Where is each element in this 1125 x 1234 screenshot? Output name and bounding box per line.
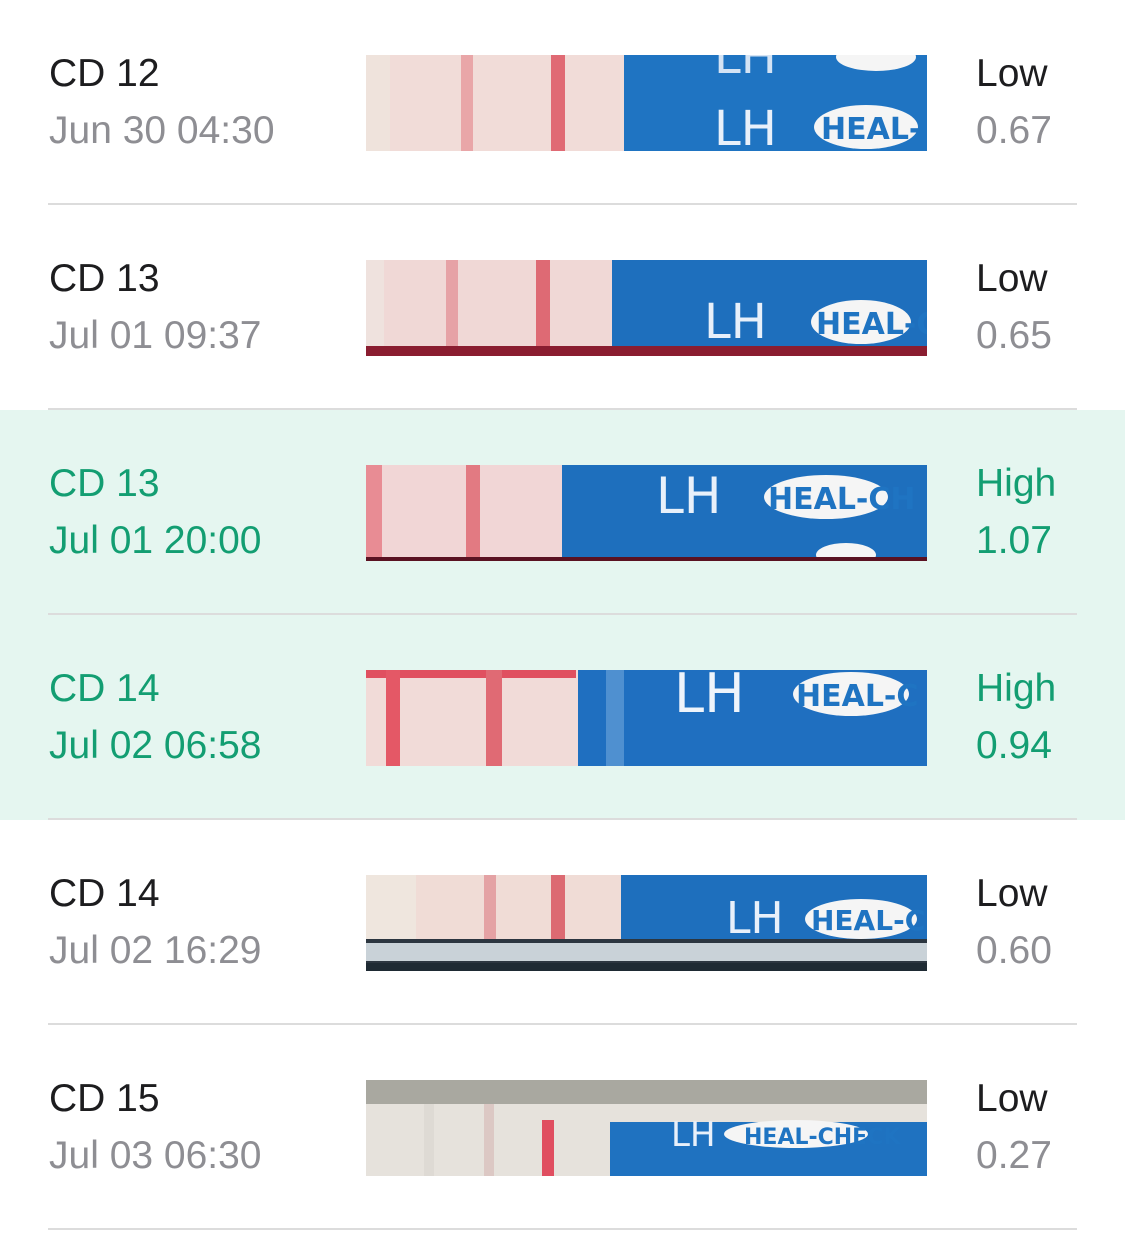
- test-row[interactable]: CD 12 Jun 30 04:30 LH LH HEAL-C Low 0.67: [0, 0, 1125, 205]
- lh-ratio-value: 0.65: [976, 314, 1052, 357]
- lh-level-label: Low: [976, 872, 1048, 915]
- test-row[interactable]: CD 13 Jul 01 09:37 LH HEAL-C Low 0.65: [0, 205, 1125, 410]
- test-date-block: CD 12 Jun 30 04:30: [49, 48, 275, 157]
- lh-level-label: High: [976, 462, 1057, 505]
- test-date-block: CD 13 Jul 01 20:00: [49, 458, 262, 567]
- cycle-day-label: CD 13: [49, 257, 160, 300]
- lh-strip-image: LH HEAL-CHECK: [366, 1080, 927, 1176]
- strip-brand-text: HEAL-C: [821, 112, 927, 147]
- test-date-block: CD 14 Jul 02 16:29: [49, 868, 262, 977]
- test-result-block: Low 0.65: [976, 253, 1052, 362]
- test-row[interactable]: CD 15 Jul 03 06:30 LH HEAL-CHECK Low 0.2…: [0, 1025, 1125, 1230]
- test-date-block: CD 15 Jul 03 06:30: [49, 1073, 262, 1182]
- lh-test-list: CD 12 Jun 30 04:30 LH LH HEAL-C Low 0.67: [0, 0, 1125, 1230]
- test-row-highlighted[interactable]: CD 14 Jul 02 06:58 LH HEAL-C High 0.94: [0, 615, 1125, 820]
- test-timestamp: Jul 03 06:30: [49, 1134, 262, 1177]
- strip-lh-text: LH: [656, 467, 721, 525]
- strip-lh-text: LH: [671, 1115, 716, 1155]
- lh-ratio-value: 0.27: [976, 1134, 1052, 1177]
- test-result-block: High 0.94: [976, 663, 1056, 772]
- test-timestamp: Jul 02 06:58: [49, 724, 262, 767]
- lh-strip-image: LH LH HEAL-C: [366, 55, 927, 151]
- cycle-day-label: CD 13: [49, 462, 160, 505]
- strip-brand-text: HEAL-CH: [768, 482, 916, 517]
- svg-text:LH: LH: [714, 55, 777, 85]
- lh-level-label: Low: [976, 52, 1048, 95]
- test-timestamp: Jun 30 04:30: [49, 109, 275, 152]
- cycle-day-label: CD 14: [49, 872, 160, 915]
- lh-strip-image: LH HEAL-CH: [366, 465, 927, 561]
- lh-strip-image: LH HEAL-CH: [366, 875, 927, 971]
- cycle-day-label: CD 14: [49, 667, 160, 710]
- strip-brand-text: HEAL-CH: [811, 904, 927, 937]
- lh-ratio-value: 0.94: [976, 724, 1052, 767]
- strip-brand-text: HEAL-C: [816, 307, 927, 342]
- test-row[interactable]: CD 14 Jul 02 16:29 LH HEAL-CH Low 0.60: [0, 820, 1125, 1025]
- strip-brand-text: HEAL-C: [796, 679, 918, 714]
- lh-ratio-value: 0.60: [976, 929, 1052, 972]
- test-result-block: Low 0.67: [976, 48, 1052, 157]
- lh-level-label: Low: [976, 257, 1048, 300]
- strip-brand-text: HEAL-CHECK: [744, 1125, 901, 1150]
- lh-level-label: High: [976, 667, 1057, 710]
- strip-lh-text: LH: [674, 670, 745, 725]
- test-timestamp: Jul 01 20:00: [49, 519, 262, 562]
- row-divider: [48, 1228, 1077, 1230]
- test-row-highlighted[interactable]: CD 13 Jul 01 20:00 LH HEAL-CH High 1.07: [0, 410, 1125, 615]
- test-timestamp: Jul 01 09:37: [49, 314, 262, 357]
- lh-strip-image: LH HEAL-C: [366, 670, 927, 766]
- test-result-block: High 1.07: [976, 458, 1056, 567]
- test-result-block: Low 0.60: [976, 868, 1052, 977]
- lh-level-label: Low: [976, 1077, 1048, 1120]
- lh-ratio-value: 0.67: [976, 109, 1052, 152]
- test-date-block: CD 13 Jul 01 09:37: [49, 253, 262, 362]
- cycle-day-label: CD 12: [49, 52, 160, 95]
- strip-lh-text: LH: [704, 294, 767, 350]
- test-timestamp: Jul 02 16:29: [49, 929, 262, 972]
- strip-lh-text: LH: [714, 101, 777, 151]
- test-result-block: Low 0.27: [976, 1073, 1052, 1182]
- lh-ratio-value: 1.07: [976, 519, 1052, 562]
- lh-strip-image: LH HEAL-C: [366, 260, 927, 356]
- cycle-day-label: CD 15: [49, 1077, 160, 1120]
- test-date-block: CD 14 Jul 02 06:58: [49, 663, 262, 772]
- strip-lh-text: LH: [726, 893, 784, 944]
